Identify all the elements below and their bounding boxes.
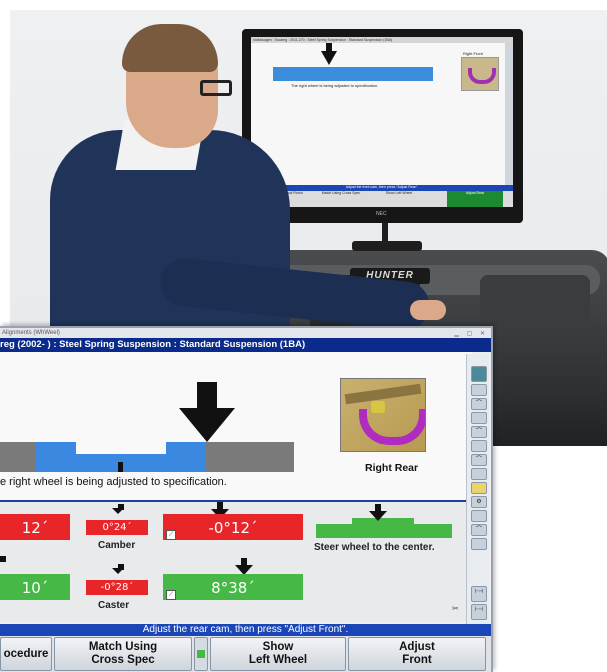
toolbar-wheel-icon[interactable]: ⌒ xyxy=(471,426,487,438)
settings-tools-icon[interactable]: ✂ xyxy=(452,604,459,613)
steer-instruction: Steer wheel to the center. xyxy=(314,542,435,553)
monitor-stand xyxy=(382,223,388,243)
toolbar-measure-icon[interactable]: ⊦⊣ xyxy=(471,586,487,602)
procedure-button-label: ocedure xyxy=(3,647,49,660)
side-toolbar: ⌒ ⌒ ⌒ ⚙ ⌒ ⊦⊣ ⊦⊣ xyxy=(466,354,489,624)
match-cross-spec-line1: Match Using xyxy=(88,641,158,653)
spec-bar-right xyxy=(206,442,294,472)
wheel-position-label: Right Rear xyxy=(365,462,419,474)
monitor-button-bar: Adjust the front cam, then press "Adjust… xyxy=(251,185,513,207)
technician-hand xyxy=(410,300,446,320)
indicator-green-icon xyxy=(197,650,205,658)
spec-band-right xyxy=(166,442,206,472)
instruction-bar: Adjust the rear cam, then press "Adjust … xyxy=(0,624,491,636)
camber-right-meter: -0°12´ xyxy=(163,514,303,540)
adjust-front-line1: Adjust xyxy=(399,641,435,653)
adjust-front-button[interactable]: Adjust Front xyxy=(348,637,486,671)
console-drawer xyxy=(480,275,590,335)
technician-hair xyxy=(122,24,218,72)
monitor-brand: NEC xyxy=(376,211,387,217)
procedure-button[interactable]: ocedure xyxy=(0,637,52,671)
caster-spec-meter: -0°28´ xyxy=(86,580,148,595)
toolbar-chart-icon[interactable]: ⊦⊣ xyxy=(471,604,487,620)
adjust-arrow-icon xyxy=(179,382,235,442)
match-cross-spec-button[interactable]: Match Using Cross Spec xyxy=(54,637,192,671)
window-title: Alignments (WhWeel) xyxy=(2,330,60,336)
technician-glasses xyxy=(200,80,232,96)
monitor-spec-bar xyxy=(273,67,433,81)
camber-wrench-icon[interactable]: ⟋ xyxy=(166,530,176,540)
monitor-arrow-icon xyxy=(321,51,337,65)
toolbar-zoom-icon[interactable] xyxy=(471,384,487,396)
toolbar-camber-icon[interactable]: ⌒ xyxy=(471,454,487,466)
toolbar-active-icon[interactable] xyxy=(471,482,487,494)
caster-spec-arrow-icon xyxy=(112,568,124,574)
monitor-side-toolbar xyxy=(505,43,513,193)
toolbar-settings-icon[interactable] xyxy=(471,538,487,550)
monitor-btn-show: Show Left Wheel xyxy=(385,191,413,195)
spec-band-left xyxy=(36,442,76,472)
indicator-slot[interactable] xyxy=(194,637,208,671)
spec-bar-left xyxy=(0,442,36,472)
toolbar-graph-icon[interactable] xyxy=(471,468,487,480)
help-icon[interactable] xyxy=(471,366,487,382)
monitor-base xyxy=(352,241,422,251)
suspension-arm xyxy=(359,409,425,445)
caster-label: Caster xyxy=(98,600,130,611)
toolbar-curve-icon[interactable]: ⌒ xyxy=(471,524,487,536)
monitor-caption: The right wheel is being adjusted to spe… xyxy=(291,83,379,88)
suspension-image xyxy=(340,378,426,452)
steer-arrow-icon xyxy=(369,511,387,521)
monitor-btn-match: Match Using Cross Spec xyxy=(321,191,361,195)
camber-spec-meter: 0°24´ xyxy=(86,520,148,535)
toolbar-rotate-icon[interactable]: ⌒ xyxy=(471,398,487,410)
adjust-front-line2: Front xyxy=(402,654,432,666)
status-caption: e right wheel is being adjusted to speci… xyxy=(0,476,227,488)
spec-center-mark xyxy=(118,462,123,472)
window-controls[interactable]: ▁ ▢ ✕ xyxy=(454,329,488,339)
camber-left-meter: 12´ xyxy=(0,514,70,540)
show-left-wheel-button[interactable]: Show Left Wheel xyxy=(210,637,346,671)
show-left-wheel-line1: Show xyxy=(262,641,294,653)
monitor-screen: Volkswagen : Touareg : 2011-270 : Steel … xyxy=(251,37,513,207)
show-left-wheel-line2: Left Wheel xyxy=(248,654,308,666)
match-cross-spec-line2: Cross Spec xyxy=(91,654,155,666)
toolbar-view-icon[interactable] xyxy=(471,412,487,424)
caster-wrench-icon[interactable]: ⟋ xyxy=(166,590,176,600)
readings-panel: 12´ 0°24´ Camber -0°12´ ⟋ Steer wheel to… xyxy=(0,502,472,622)
caster-left-arrow-shaft xyxy=(0,556,6,562)
camber-spec-arrow-icon xyxy=(112,508,124,514)
button-bar: Adjust the rear cam, then press "Adjust … xyxy=(0,624,491,672)
monitor-suspension-image xyxy=(461,57,499,91)
monitor-title: Volkswagen : Touareg : 2011-270 : Steel … xyxy=(251,37,513,43)
vehicle-header: reg (2002- ) : Steel Spring Suspension :… xyxy=(0,338,491,352)
caster-right-meter: 8°38´ xyxy=(163,574,303,600)
toolbar-compare-icon[interactable] xyxy=(471,440,487,452)
monitor-pic-label: Right Front xyxy=(463,51,483,56)
camber-label: Camber xyxy=(98,540,136,551)
spec-range-graphic xyxy=(0,442,294,472)
window-titlebar: Alignments (WhWeel) ▁ ▢ ✕ xyxy=(0,328,491,338)
toolbar-gear-icon[interactable]: ⚙ xyxy=(471,496,487,508)
toolbar-steer-icon[interactable] xyxy=(471,510,487,522)
monitor-btn-adjust: Adjust Rear xyxy=(447,191,503,207)
steer-bar xyxy=(316,524,452,538)
caster-left-meter: 10´ xyxy=(0,574,70,600)
